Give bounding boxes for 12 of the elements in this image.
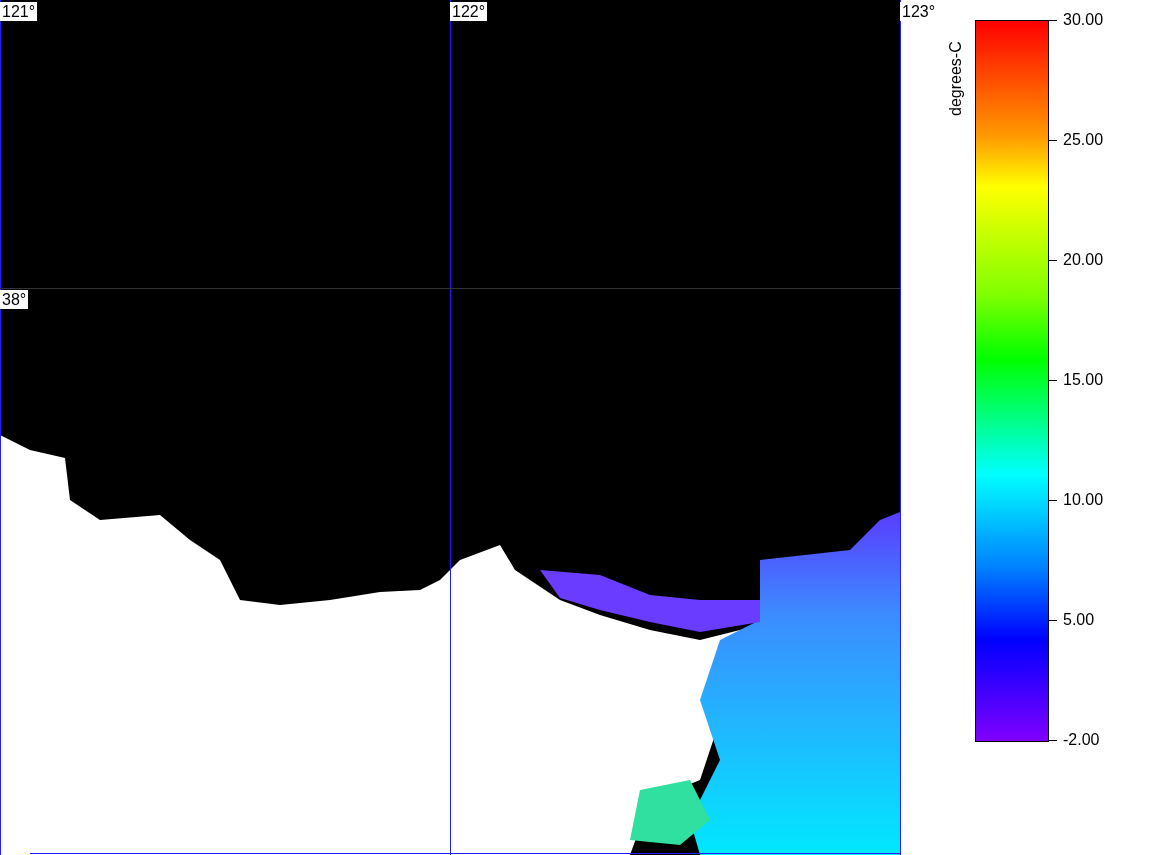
tick-label: -2.00 xyxy=(1063,731,1100,749)
longitude-label: 121° xyxy=(0,2,38,21)
tick-label: 10.00 xyxy=(1063,491,1104,509)
longitude-label: 122° xyxy=(450,2,488,21)
tick-label: 30.00 xyxy=(1063,11,1104,29)
unit-label: degrees-C xyxy=(947,40,965,116)
tick-label: 20.00 xyxy=(1063,251,1104,269)
longitude-label: 123° xyxy=(900,2,938,21)
latitude-label: 38° xyxy=(0,290,29,309)
tick-label: 5.00 xyxy=(1063,611,1095,629)
tick-label: 15.00 xyxy=(1063,371,1104,389)
tick-label: 25.00 xyxy=(1063,131,1104,149)
